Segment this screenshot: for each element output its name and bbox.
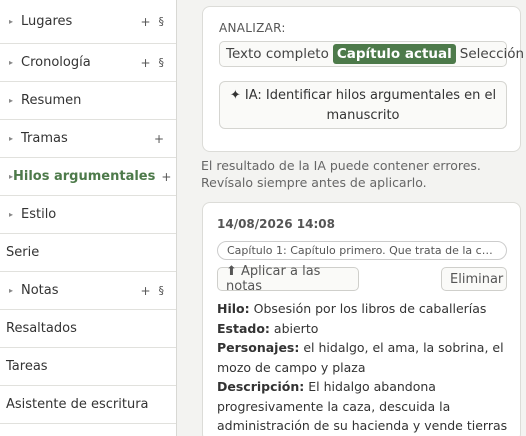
analyze-label: ANALIZAR: <box>219 21 286 35</box>
sidebar-item-resaltados[interactable]: Resaltados <box>0 310 176 348</box>
section-icon[interactable]: § <box>159 284 165 297</box>
divider <box>177 0 202 436</box>
field-label: Personajes: <box>217 340 300 355</box>
analyze-panel: ANALIZAR: Texto completo Capítulo actual… <box>202 6 524 152</box>
sidebar-item-label: Tareas <box>6 359 48 374</box>
sidebar-item-label: Estilo <box>21 207 57 222</box>
sidebar-item-tareas[interactable]: Tareas <box>0 348 176 386</box>
scope-option-full-text[interactable]: Texto completo <box>222 44 333 64</box>
field-label: Estado: <box>217 320 270 336</box>
scope-selector: Texto completo Capítulo actual Selección <box>219 41 524 67</box>
ai-warning-text: El resultado de la IA puede contener err… <box>201 158 481 190</box>
field-value: abierto <box>273 320 319 336</box>
field-estado: Estado: abierto <box>217 319 511 339</box>
chevron-right-icon: ▸ <box>9 286 14 295</box>
sidebar-item-notas[interactable]: ▸ Notas + § <box>0 272 176 310</box>
sidebar-item-estilo[interactable]: ▸ Estilo <box>0 196 176 234</box>
chevron-right-icon: ▸ <box>9 96 14 105</box>
sidebar-item-serie[interactable]: Serie <box>0 234 176 272</box>
chevron-right-icon: ▸ <box>9 210 14 219</box>
add-icon[interactable]: + <box>140 284 150 298</box>
field-hilo: Hilo: Obsesión por los libros de caballe… <box>217 299 511 319</box>
sidebar-item-label: Cronología <box>21 55 91 70</box>
add-icon[interactable]: + <box>154 132 164 146</box>
sidebar-item-label: Serie <box>6 245 40 260</box>
sidebar: ▸ Lugares + § ▸ Cronología + § ▸ Resumen… <box>0 0 177 436</box>
field-value: Obsesión por los libros de caballerías <box>253 301 487 316</box>
chapter-chip[interactable]: Capítulo 1: Capítulo primero. Que trata … <box>217 241 507 260</box>
add-icon[interactable]: + <box>140 56 150 70</box>
chevron-right-icon: ▸ <box>9 58 14 67</box>
scope-option-current-chapter[interactable]: Capítulo actual <box>332 44 456 64</box>
field-descripcion: Descripción: El hidalgo abandona progres… <box>217 377 511 436</box>
section-icon[interactable]: § <box>159 56 165 69</box>
apply-to-notes-button[interactable]: ⬆ Aplicar a las notas <box>217 264 359 294</box>
add-icon[interactable]: + <box>140 15 150 29</box>
result-timestamp: 14/08/2026 14:08 <box>217 217 335 231</box>
sidebar-item-lugares[interactable]: ▸ Lugares + § <box>0 0 176 44</box>
chevron-right-icon: ▸ <box>9 17 14 26</box>
field-personajes: Personajes: el hidalgo, el ama, la sobri… <box>217 338 511 377</box>
section-icon[interactable]: § <box>159 15 165 28</box>
field-label: Descripción: <box>217 379 305 394</box>
sidebar-item-tramas[interactable]: ▸ Tramas + <box>0 120 176 158</box>
chevron-right-icon: ▸ <box>9 134 14 143</box>
sidebar-item-label: Resaltados <box>6 321 77 336</box>
ai-identify-threads-button[interactable]: ✦ IA: Identificar hilos argumentales en … <box>219 81 507 129</box>
sidebar-item-label: Notas <box>21 283 59 298</box>
delete-button[interactable]: Eliminar <box>441 267 507 291</box>
sidebar-item-label: Hilos argumentales <box>13 169 156 184</box>
sidebar-item-cronologia[interactable]: ▸ Cronología + § <box>0 44 176 82</box>
add-icon[interactable]: + <box>161 170 171 184</box>
scope-option-selection[interactable]: Selección <box>456 44 526 64</box>
sidebar-item-label: Asistente de escritura <box>6 397 149 412</box>
field-label: Hilo: <box>217 301 250 316</box>
sidebar-item-resumen[interactable]: ▸ Resumen <box>0 82 176 120</box>
result-card: 14/08/2026 14:08 Capítulo 1: Capítulo pr… <box>202 202 521 436</box>
sidebar-item-hilos-argumentales[interactable]: ▸ Hilos argumentales + <box>0 158 176 196</box>
sidebar-item-label: Tramas <box>21 131 68 146</box>
sidebar-item-label: Lugares <box>21 14 73 29</box>
sidebar-item-asistente[interactable]: Asistente de escritura <box>0 386 176 424</box>
result-body: Hilo: Obsesión por los libros de caballe… <box>217 299 511 436</box>
sidebar-item-label: Resumen <box>21 93 82 108</box>
